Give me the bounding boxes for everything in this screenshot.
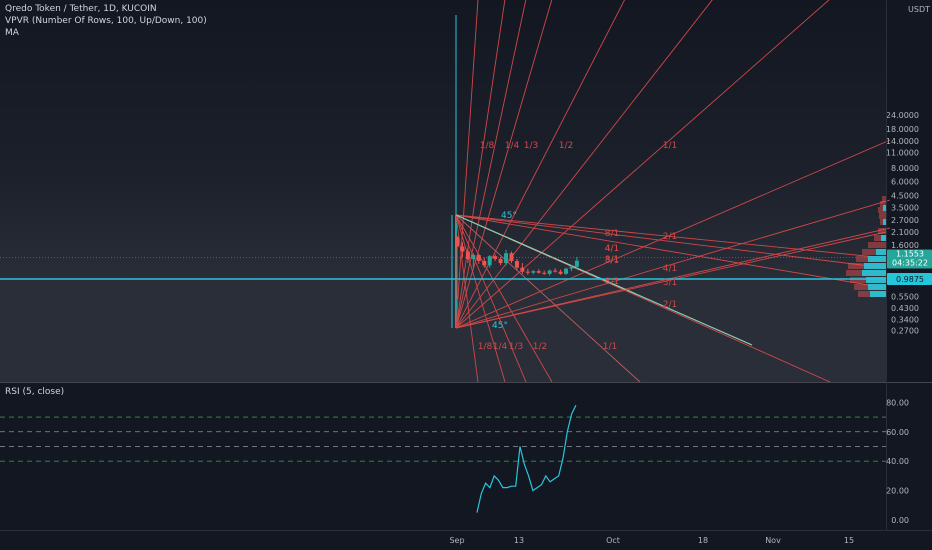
time-axis[interactable]: Sep 13 Oct 18 Nov 15	[449, 536, 854, 545]
volume-profile-bar	[870, 291, 886, 297]
price-axis-tick: 0.3400	[891, 315, 919, 324]
fan-label-bottom: 1/1	[603, 342, 617, 352]
fan-label-ratio: 8/1	[605, 255, 619, 265]
volume-profile-bar	[864, 263, 886, 269]
fan-label-bottom: 1/2	[533, 342, 547, 352]
fan-label-ratio: 8/1	[605, 277, 619, 287]
rsi-axis-tick: 60.00	[886, 428, 909, 437]
rsi-indicator-label[interactable]: RSI (5, close)	[5, 387, 64, 398]
time-axis-tick: 13	[514, 536, 524, 545]
price-countdown: 04:35:22	[892, 259, 928, 268]
price-axis-tick: 8.0000	[891, 164, 919, 173]
candle-body	[493, 256, 498, 259]
price-axis-tick: 14.0000	[886, 137, 919, 146]
candle-body	[542, 272, 547, 274]
ma-indicator-label[interactable]: MA	[5, 28, 19, 39]
chart-canvas[interactable]: 1/8 1/4 1/3 1/2 1/11/8 1/4 1/3 1/2 1/18/14/13/12…	[0, 0, 932, 550]
volume-profile-bar	[868, 284, 886, 290]
price-axis-tick: 6.0000	[891, 178, 919, 187]
candle-body	[455, 236, 459, 247]
fan-label-top: 1/2	[559, 141, 573, 151]
vpvr-indicator-label[interactable]: VPVR (Number Of Rows, 100, Up/Down, 100)	[5, 16, 207, 27]
price-axis-tick: 24.0000	[886, 111, 919, 120]
volume-profile-bar	[878, 228, 886, 234]
rsi-axis-tick: 20.00	[886, 487, 909, 496]
fan-label-ratio: 3/1	[663, 278, 677, 288]
fan-label-top: 1/3	[524, 141, 538, 151]
candle-body	[520, 267, 525, 272]
price-axis-tick: 2.7000	[891, 216, 919, 225]
candle-body	[553, 270, 558, 272]
candle-body	[465, 251, 470, 259]
fan-label-top: 1/4	[505, 141, 520, 151]
candle-body	[547, 270, 552, 274]
angle-label: 45°	[492, 321, 508, 331]
candle-body	[525, 271, 530, 273]
candle-body	[574, 260, 579, 267]
volume-profile-bar	[883, 219, 886, 225]
price-axis-tick: 18.0000	[886, 125, 919, 134]
price-axis-tick: 4.5000	[891, 191, 919, 200]
candle-body	[509, 253, 514, 261]
candle-body	[504, 253, 509, 264]
price-axis-tick: 2.1000	[891, 228, 919, 237]
candle-body	[498, 258, 503, 264]
fan-label-ratio: 2/1	[663, 300, 677, 310]
fan-label-ratio: 8/1	[605, 229, 619, 239]
fan-label-top: 1/1	[663, 141, 677, 151]
fan-label-ratio: 4/1	[605, 244, 619, 254]
volume-profile-bar	[883, 205, 886, 211]
time-axis-tick: 18	[698, 536, 708, 545]
time-axis-tick: 15	[844, 536, 854, 545]
volume-profile-bar	[866, 277, 886, 283]
time-axis-tick: Sep	[449, 536, 464, 545]
fan-label-ratio: 2/1	[663, 232, 677, 242]
volume-profile-bar	[876, 249, 886, 255]
candle-body	[460, 246, 465, 252]
reference-price-value: 0.9875	[896, 275, 924, 284]
price-axis-tick: 3.5000	[891, 204, 919, 213]
candle-body	[482, 260, 487, 266]
rsi-pane-background	[0, 383, 886, 530]
candle-body	[569, 266, 574, 269]
rsi-axis-tick: 0.00	[891, 516, 909, 525]
candle-body	[531, 271, 536, 273]
fan-label-bottom: 1/3	[509, 342, 523, 352]
volume-profile-bar	[862, 270, 886, 276]
rsi-axis: 80.00 60.00 40.00 20.00 0.00	[886, 398, 909, 525]
price-axis-unit: USDT	[908, 5, 930, 14]
price-axis-tick: 11.0000	[886, 149, 919, 158]
fan-label-bottom: 1/8	[478, 342, 493, 352]
candle-body	[536, 271, 541, 273]
price-axis-tick: 0.5500	[891, 292, 919, 301]
volume-profile-bar	[868, 242, 886, 248]
angle-label: 45°	[501, 211, 517, 221]
candle-body	[471, 255, 476, 259]
candle-body	[476, 255, 481, 261]
candle-body	[558, 271, 563, 274]
volume-profile-bar	[868, 256, 886, 262]
fan-label-top: 1/8	[480, 141, 495, 151]
volume-profile-bar	[879, 213, 886, 219]
chart-title[interactable]: Qredo Token / Tether, 1D, KUCOIN	[5, 4, 157, 15]
rsi-axis-tick: 80.00	[886, 398, 909, 407]
price-axis-tick: 0.2700	[891, 326, 919, 335]
volume-profile-bar	[881, 235, 886, 241]
price-pane-background	[0, 0, 886, 382]
candle-body	[564, 268, 568, 274]
rsi-axis-tick: 40.00	[886, 457, 909, 466]
candle-body	[487, 256, 492, 266]
price-axis-tick: 0.4300	[891, 304, 919, 313]
fan-label-bottom: 1/4	[493, 342, 508, 352]
time-axis-tick: Nov	[765, 536, 781, 545]
last-price-value: 1.1553	[896, 250, 924, 259]
fan-label-ratio: 4/1	[663, 264, 677, 274]
candle-body	[514, 260, 519, 268]
time-axis-tick: Oct	[606, 536, 620, 545]
